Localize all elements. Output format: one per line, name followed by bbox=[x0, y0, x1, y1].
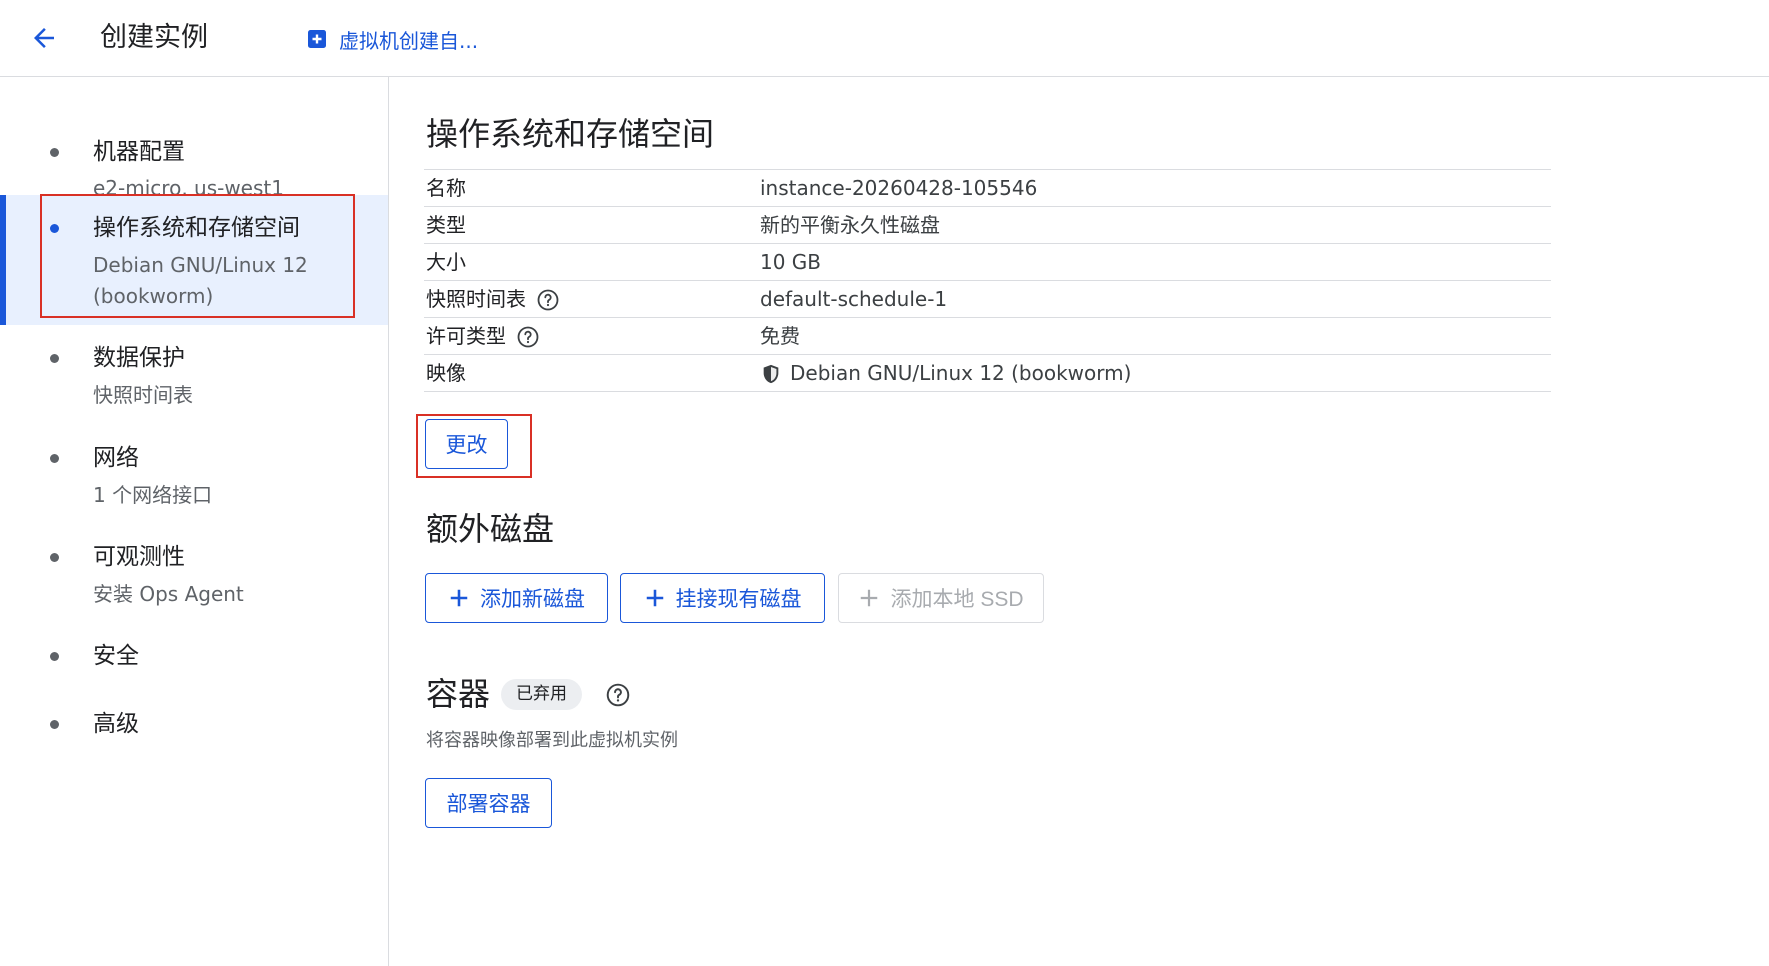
sidebar-item-label: 高级 bbox=[93, 711, 139, 737]
os-storage-table: 名称 instance-20260428-105546 类型 新的平衡永久性磁盘… bbox=[424, 169, 1551, 392]
table-row: 类型 新的平衡永久性磁盘 bbox=[424, 207, 1551, 244]
page-title: 创建实例 bbox=[100, 22, 208, 53]
sidebar-item-label: 机器配置 bbox=[93, 139, 185, 165]
step-dot bbox=[50, 148, 59, 157]
sidebar-item-advanced[interactable]: 高级 bbox=[0, 700, 388, 750]
help-circle-icon[interactable] bbox=[516, 325, 540, 349]
step-dot bbox=[50, 354, 59, 363]
row-value: 新的平衡永久性磁盘 bbox=[760, 213, 940, 237]
row-value: 免费 bbox=[760, 324, 800, 348]
sidebar-item-os-storage[interactable]: 操作系统和存储空间 Debian GNU/Linux 12 (bookworm) bbox=[0, 195, 388, 325]
row-key: 类型 bbox=[426, 213, 466, 237]
table-row: 名称 instance-20260428-105546 bbox=[424, 170, 1551, 207]
arrow-left-icon bbox=[34, 28, 54, 48]
row-key-wrap: 许可类型 bbox=[426, 318, 540, 355]
add-box-icon bbox=[308, 30, 326, 48]
row-key: 大小 bbox=[426, 250, 466, 274]
section-title-extra-disks: 额外磁盘 bbox=[426, 510, 555, 548]
button-label: 挂接现有磁盘 bbox=[675, 588, 802, 611]
sidebar-item-machine-config[interactable]: 机器配置 e2-micro, us-west1 bbox=[0, 100, 388, 200]
sidebar-item-observability[interactable]: 可观测性 安装 Ops Agent bbox=[0, 528, 388, 618]
sidebar-item-sub: 1 个网络接口 bbox=[93, 483, 213, 507]
step-dot bbox=[50, 454, 59, 463]
sidebar-item-sub: 安装 Ops Agent bbox=[93, 582, 244, 606]
row-key: 映像 bbox=[426, 361, 466, 385]
row-key: 快照时间表 bbox=[426, 287, 526, 311]
active-indicator bbox=[0, 195, 6, 325]
button-label: 添加本地 SSD bbox=[890, 588, 1024, 611]
change-button[interactable]: 更改 bbox=[425, 419, 508, 469]
deprecated-badge: 已弃用 bbox=[501, 679, 582, 710]
sidebar-item-security[interactable]: 安全 bbox=[0, 632, 388, 682]
doc-link[interactable]: 虚拟机创建自... bbox=[305, 22, 478, 56]
sidebar-item-label: 可观测性 bbox=[93, 544, 185, 570]
row-value-wrap: Debian GNU/Linux 12 (bookworm) bbox=[760, 355, 1131, 392]
table-row: 许可类型 免费 bbox=[424, 318, 1551, 355]
sidebar-item-sub: 快照时间表 bbox=[93, 383, 193, 407]
button-label: 添加新磁盘 bbox=[480, 588, 585, 611]
sidebar-item-label: 安全 bbox=[93, 643, 139, 669]
sidebar-item-label: 数据保护 bbox=[93, 345, 185, 371]
page-header: 创建实例 虚拟机创建自... bbox=[0, 0, 1769, 77]
step-dot bbox=[50, 720, 59, 729]
attach-existing-disk-button[interactable]: 挂接现有磁盘 bbox=[620, 573, 825, 623]
row-value: default-schedule-1 bbox=[760, 287, 948, 311]
row-value: Debian GNU/Linux 12 (bookworm) bbox=[790, 361, 1132, 385]
step-dot bbox=[50, 224, 59, 233]
sidebar: 机器配置 e2-micro, us-west1 操作系统和存储空间 Debian… bbox=[0, 77, 389, 966]
table-row: 映像 Debian GNU/Linux 12 (bookworm) bbox=[424, 355, 1551, 392]
plus-icon bbox=[450, 589, 468, 607]
section-title-container: 容器 bbox=[426, 675, 491, 713]
step-dot bbox=[50, 652, 59, 661]
row-value: 10 GB bbox=[760, 250, 822, 274]
back-button[interactable] bbox=[26, 20, 62, 56]
shield-icon bbox=[763, 364, 779, 383]
row-key: 名称 bbox=[426, 176, 466, 200]
row-value: instance-20260428-105546 bbox=[760, 176, 1038, 200]
container-description: 将容器映像部署到此虚拟机实例 bbox=[426, 730, 678, 751]
plus-icon bbox=[646, 589, 663, 607]
row-key-wrap: 快照时间表 bbox=[426, 281, 560, 318]
plus-icon bbox=[861, 589, 878, 607]
section-title-os-storage: 操作系统和存储空间 bbox=[426, 115, 715, 153]
sidebar-item-data-protection[interactable]: 数据保护 快照时间表 bbox=[0, 329, 388, 419]
step-dot bbox=[50, 553, 59, 562]
sidebar-item-label: 操作系统和存储空间 bbox=[93, 215, 300, 241]
sidebar-item-label: 网络 bbox=[93, 445, 139, 471]
doc-link-label: 虚拟机创建自... bbox=[339, 28, 479, 53]
sidebar-item-sub: Debian GNU/Linux 12 (bookworm) bbox=[93, 253, 308, 308]
add-new-disk-button[interactable]: 添加新磁盘 bbox=[425, 573, 608, 623]
table-row: 大小 10 GB bbox=[424, 244, 1551, 281]
row-key: 许可类型 bbox=[426, 324, 506, 348]
sidebar-item-network[interactable]: 网络 1 个网络接口 bbox=[0, 429, 388, 519]
help-circle-icon[interactable] bbox=[536, 288, 560, 312]
add-local-ssd-button[interactable]: 添加本地 SSD bbox=[838, 573, 1044, 623]
table-row: 快照时间表 default-schedule-1 bbox=[424, 281, 1551, 318]
deploy-container-button[interactable]: 部署容器 bbox=[425, 778, 552, 828]
help-circle-icon[interactable] bbox=[605, 682, 631, 708]
